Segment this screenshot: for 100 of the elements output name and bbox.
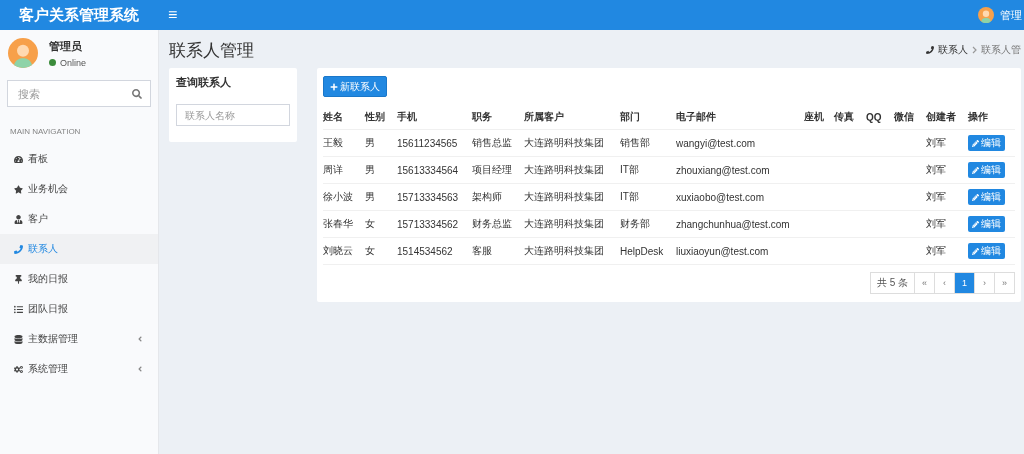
- column-header: 职务: [472, 105, 524, 130]
- sidebar-item[interactable]: 联系人: [0, 234, 158, 264]
- table-cell: 大连路明科技集团: [524, 218, 604, 229]
- table-cell: 王毅: [323, 137, 343, 148]
- status-text: Online: [60, 57, 86, 68]
- table-cell: 客服: [472, 245, 492, 256]
- list-icon: [14, 304, 23, 314]
- table-cell: 男: [365, 164, 375, 175]
- pin-icon: [14, 274, 23, 284]
- page-title: 联系人管理: [169, 39, 254, 62]
- column-header: QQ: [866, 105, 894, 130]
- table-cell: 15613334564: [397, 164, 459, 176]
- edit-button[interactable]: 编辑: [968, 135, 1005, 151]
- table-cell: 大连路明科技集团: [524, 164, 604, 175]
- search-icon[interactable]: [132, 88, 142, 99]
- pencil-icon: [972, 193, 979, 201]
- edit-button[interactable]: 编辑: [968, 243, 1005, 259]
- sidebar-item[interactable]: 客户: [0, 204, 158, 234]
- user-name: 管理员: [49, 38, 83, 54]
- table-cell: 刘军: [926, 245, 946, 256]
- column-header: 微信: [894, 105, 926, 130]
- table-cell: 大连路明科技集团: [524, 191, 604, 202]
- column-header: 部门: [620, 105, 676, 130]
- table-cell: 财务部: [620, 218, 650, 229]
- sidebar-item[interactable]: 我的日报: [0, 264, 158, 294]
- table-cell: 女: [365, 218, 375, 229]
- table-cell: 15611234565: [397, 137, 458, 149]
- sidebar-item[interactable]: 业务机会: [0, 174, 158, 204]
- column-header: 创建者: [926, 105, 968, 130]
- table-cell: 女: [365, 245, 375, 256]
- pencil-icon: [972, 166, 979, 174]
- page-button[interactable]: »: [995, 272, 1015, 294]
- edit-button[interactable]: 编辑: [968, 162, 1005, 178]
- edit-button[interactable]: 编辑: [968, 216, 1005, 232]
- phone-icon: [14, 244, 23, 254]
- sidebar-item[interactable]: 系统管理: [0, 354, 158, 384]
- column-header: 手机: [397, 105, 472, 130]
- table-cell: 架构师: [472, 191, 502, 202]
- search-input[interactable]: 搜索: [16, 86, 132, 101]
- page-button[interactable]: ‹: [935, 272, 955, 294]
- column-header: 所属客户: [524, 105, 620, 130]
- breadcrumb-link[interactable]: 联系人管: [981, 43, 1021, 57]
- table-cell: HelpDesk: [620, 245, 664, 257]
- section-heading: MAIN NAVIGATION: [9, 126, 82, 138]
- user-name[interactable]: 管理: [1000, 7, 1022, 23]
- breadcrumb-link[interactable]: 联系人: [938, 43, 968, 57]
- table-cell: 徐小波: [323, 191, 353, 202]
- new-contact-button[interactable]: 新联系人: [323, 76, 387, 97]
- table-cell: xuxiaobo@test.com: [676, 191, 764, 203]
- page-button[interactable]: ›: [975, 272, 995, 294]
- chevron-icon: [136, 365, 144, 373]
- table-cell: 刘军: [926, 137, 946, 148]
- chevron-icon: [136, 335, 144, 343]
- star-icon: [14, 184, 23, 194]
- table-cell: 大连路明科技集团: [524, 245, 604, 256]
- column-header: 性别: [365, 105, 397, 130]
- edit-button[interactable]: 编辑: [968, 189, 1005, 205]
- table-cell: 项目经理: [472, 164, 512, 175]
- table-cell: 财务总监: [472, 218, 512, 229]
- plus-icon: [330, 82, 338, 91]
- sidebar-item[interactable]: 主数据管理: [0, 324, 158, 354]
- search-field[interactable]: 搜索: [7, 80, 151, 107]
- column-header: 操作: [968, 105, 1015, 130]
- column-header: 座机: [804, 105, 834, 130]
- pencil-icon: [972, 247, 979, 255]
- table-cell: 大连路明科技集团: [524, 137, 604, 148]
- table-cell: 刘军: [926, 191, 946, 202]
- gears-icon: [14, 364, 23, 374]
- table-cell: 周详: [323, 164, 343, 175]
- user-avatar: [8, 38, 38, 68]
- table-cell: zhouxiang@test.com: [676, 164, 770, 176]
- table-cell: liuxiaoyun@test.com: [676, 245, 769, 257]
- table-cell: 张春华: [323, 218, 353, 229]
- status-dot: [49, 59, 56, 66]
- table-cell: zhangchunhua@test.com: [676, 218, 790, 230]
- input-field[interactable]: 联系人名称: [176, 104, 290, 126]
- chevron-icon: [972, 46, 977, 54]
- phone-icon: [926, 46, 934, 54]
- app-logo: 客户关系管理系统: [18, 5, 140, 25]
- menu-toggle[interactable]: ≡: [158, 6, 188, 24]
- column-header: 电子邮件: [676, 105, 804, 130]
- page-button[interactable]: 1: [955, 272, 975, 294]
- table-cell: 男: [365, 137, 375, 148]
- table-cell: IT部: [620, 191, 639, 202]
- database-icon: [14, 334, 23, 344]
- table-cell: 15713334563: [397, 191, 459, 203]
- dashboard-icon: [14, 154, 23, 164]
- sidebar-item[interactable]: 团队日报: [0, 294, 158, 324]
- table-cell: 刘晓云: [323, 245, 353, 256]
- page-button[interactable]: «: [915, 272, 935, 294]
- table-cell: IT部: [620, 164, 639, 175]
- table-cell: 刘军: [926, 164, 946, 175]
- table-cell: 15713334562: [397, 218, 459, 230]
- user-avatar: [978, 7, 994, 23]
- pencil-icon: [972, 220, 979, 228]
- total-count: 共 5 条: [869, 272, 915, 294]
- table-cell: 刘军: [926, 218, 946, 229]
- card-title: 查询联系人: [176, 75, 232, 90]
- sidebar-item[interactable]: 看板: [0, 144, 158, 174]
- table-cell: wangyi@test.com: [676, 137, 756, 149]
